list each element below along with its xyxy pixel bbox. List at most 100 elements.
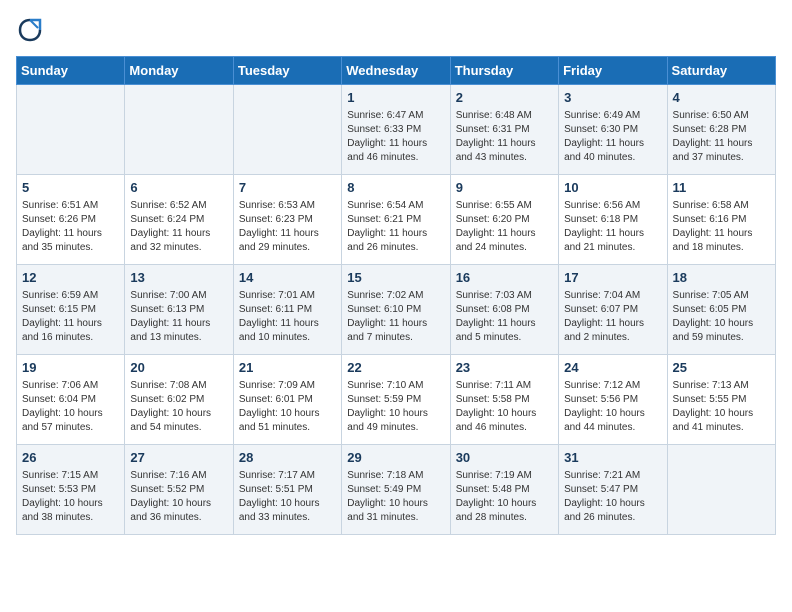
- day-number: 16: [456, 269, 553, 287]
- header-row: SundayMondayTuesdayWednesdayThursdayFrid…: [17, 57, 776, 85]
- day-content: Sunrise: 6:47 AM Sunset: 6:33 PM Dayligh…: [347, 109, 444, 165]
- day-content: Sunrise: 6:58 AM Sunset: 6:16 PM Dayligh…: [673, 199, 770, 255]
- calendar-cell: [233, 85, 341, 175]
- day-content: Sunrise: 6:49 AM Sunset: 6:30 PM Dayligh…: [564, 109, 661, 165]
- day-content: Sunrise: 7:12 AM Sunset: 5:56 PM Dayligh…: [564, 379, 661, 435]
- day-number: 19: [22, 359, 119, 377]
- page-header: [16, 16, 776, 44]
- day-content: Sunrise: 7:09 AM Sunset: 6:01 PM Dayligh…: [239, 379, 336, 435]
- day-content: Sunrise: 7:00 AM Sunset: 6:13 PM Dayligh…: [130, 289, 227, 345]
- calendar-cell: 26Sunrise: 7:15 AM Sunset: 5:53 PM Dayli…: [17, 445, 125, 535]
- day-content: Sunrise: 6:50 AM Sunset: 6:28 PM Dayligh…: [673, 109, 770, 165]
- day-number: 22: [347, 359, 444, 377]
- day-number: 31: [564, 449, 661, 467]
- day-content: Sunrise: 6:52 AM Sunset: 6:24 PM Dayligh…: [130, 199, 227, 255]
- day-content: Sunrise: 6:55 AM Sunset: 6:20 PM Dayligh…: [456, 199, 553, 255]
- day-content: Sunrise: 7:02 AM Sunset: 6:10 PM Dayligh…: [347, 289, 444, 345]
- day-content: Sunrise: 7:15 AM Sunset: 5:53 PM Dayligh…: [22, 469, 119, 525]
- day-number: 12: [22, 269, 119, 287]
- header-cell-thursday: Thursday: [450, 57, 558, 85]
- day-content: Sunrise: 7:11 AM Sunset: 5:58 PM Dayligh…: [456, 379, 553, 435]
- calendar-cell: 15 Sunrise: 7:02 AM Sunset: 6:10 PM Dayli…: [342, 265, 450, 355]
- calendar-cell: 2 Sunrise: 6:48 AM Sunset: 6:31 PM Daylig…: [450, 85, 558, 175]
- day-content: Sunrise: 7:05 AM Sunset: 6:05 PM Dayligh…: [673, 289, 770, 345]
- day-content: Sunrise: 7:19 AM Sunset: 5:48 PM Dayligh…: [456, 469, 553, 525]
- day-number: 23: [456, 359, 553, 377]
- day-number: 25: [673, 359, 770, 377]
- calendar-cell: [125, 85, 233, 175]
- day-number: 29: [347, 449, 444, 467]
- calendar-cell: 23 Sunrise: 7:11 AM Sunset: 5:58 PM Dayli…: [450, 355, 558, 445]
- calendar-cell: 8 Sunrise: 6:54 AM Sunset: 6:21 PM Daylig…: [342, 175, 450, 265]
- day-number: 28: [239, 449, 336, 467]
- day-content: Sunrise: 6:48 AM Sunset: 6:31 PM Dayligh…: [456, 109, 553, 165]
- calendar-cell: [667, 445, 775, 535]
- calendar-cell: 21 Sunrise: 7:09 AM Sunset: 6:01 PM Dayli…: [233, 355, 341, 445]
- calendar-cell: 17Sunrise: 7:04 AM Sunset: 6:07 PM Dayli…: [559, 265, 667, 355]
- calendar-cell: 4 Sunrise: 6:50 AM Sunset: 6:28 PM Daylig…: [667, 85, 775, 175]
- header-cell-wednesday: Wednesday: [342, 57, 450, 85]
- day-number: 24: [564, 359, 661, 377]
- calendar-cell: 29 Sunrise: 7:18 AM Sunset: 5:49 PM Dayli…: [342, 445, 450, 535]
- header-cell-friday: Friday: [559, 57, 667, 85]
- calendar-cell: 12 Sunrise: 6:59 AM Sunset: 6:15 PM Dayli…: [17, 265, 125, 355]
- day-content: Sunrise: 6:51 AM Sunset: 6:26 PM Dayligh…: [22, 199, 119, 255]
- logo: [16, 16, 48, 44]
- day-content: Sunrise: 7:21 AM Sunset: 5:47 PM Dayligh…: [564, 469, 661, 525]
- day-number: 7: [239, 179, 336, 197]
- day-content: Sunrise: 6:59 AM Sunset: 6:15 PM Dayligh…: [22, 289, 119, 345]
- day-number: 18: [673, 269, 770, 287]
- calendar-cell: 11 Sunrise: 6:58 AM Sunset: 6:16 PM Dayli…: [667, 175, 775, 265]
- calendar-cell: 28 Sunrise: 7:17 AM Sunset: 5:51 PM Dayli…: [233, 445, 341, 535]
- calendar-cell: 7 Sunrise: 6:53 AM Sunset: 6:23 PM Daylig…: [233, 175, 341, 265]
- day-number: 27: [130, 449, 227, 467]
- calendar-cell: 9 Sunrise: 6:55 AM Sunset: 6:20 PM Daylig…: [450, 175, 558, 265]
- calendar-cell: 20 Sunrise: 7:08 AM Sunset: 6:02 PM Dayli…: [125, 355, 233, 445]
- calendar-cell: 24 Sunrise: 7:12 AM Sunset: 5:56 PM Dayli…: [559, 355, 667, 445]
- week-row-3: 12 Sunrise: 6:59 AM Sunset: 6:15 PM Dayli…: [17, 265, 776, 355]
- logo-icon: [16, 16, 44, 44]
- day-content: Sunrise: 7:03 AM Sunset: 6:08 PM Dayligh…: [456, 289, 553, 345]
- day-number: 4: [673, 89, 770, 107]
- day-number: 9: [456, 179, 553, 197]
- week-row-1: 1 Sunrise: 6:47 AM Sunset: 6:33 PM Daylig…: [17, 85, 776, 175]
- calendar-cell: 5Sunrise: 6:51 AM Sunset: 6:26 PM Daylig…: [17, 175, 125, 265]
- calendar-cell: 22Sunrise: 7:10 AM Sunset: 5:59 PM Dayli…: [342, 355, 450, 445]
- day-content: Sunrise: 7:13 AM Sunset: 5:55 PM Dayligh…: [673, 379, 770, 435]
- day-content: Sunrise: 6:56 AM Sunset: 6:18 PM Dayligh…: [564, 199, 661, 255]
- day-number: 3: [564, 89, 661, 107]
- day-number: 30: [456, 449, 553, 467]
- day-content: Sunrise: 7:18 AM Sunset: 5:49 PM Dayligh…: [347, 469, 444, 525]
- calendar-table: SundayMondayTuesdayWednesdayThursdayFrid…: [16, 56, 776, 535]
- calendar-cell: 3 Sunrise: 6:49 AM Sunset: 6:30 PM Daylig…: [559, 85, 667, 175]
- day-content: Sunrise: 6:53 AM Sunset: 6:23 PM Dayligh…: [239, 199, 336, 255]
- calendar-cell: 16 Sunrise: 7:03 AM Sunset: 6:08 PM Dayli…: [450, 265, 558, 355]
- day-number: 8: [347, 179, 444, 197]
- day-number: 13: [130, 269, 227, 287]
- day-number: 14: [239, 269, 336, 287]
- day-number: 15: [347, 269, 444, 287]
- header-cell-sunday: Sunday: [17, 57, 125, 85]
- calendar-cell: 18 Sunrise: 7:05 AM Sunset: 6:05 PM Dayli…: [667, 265, 775, 355]
- calendar-cell: 25 Sunrise: 7:13 AM Sunset: 5:55 PM Dayli…: [667, 355, 775, 445]
- calendar-cell: 19 Sunrise: 7:06 AM Sunset: 6:04 PM Dayli…: [17, 355, 125, 445]
- day-content: Sunrise: 7:04 AM Sunset: 6:07 PM Dayligh…: [564, 289, 661, 345]
- day-content: Sunrise: 7:08 AM Sunset: 6:02 PM Dayligh…: [130, 379, 227, 435]
- calendar-cell: [17, 85, 125, 175]
- day-number: 6: [130, 179, 227, 197]
- day-number: 20: [130, 359, 227, 377]
- day-content: Sunrise: 7:06 AM Sunset: 6:04 PM Dayligh…: [22, 379, 119, 435]
- calendar-cell: 30 Sunrise: 7:19 AM Sunset: 5:48 PM Dayli…: [450, 445, 558, 535]
- day-content: Sunrise: 7:16 AM Sunset: 5:52 PM Dayligh…: [130, 469, 227, 525]
- calendar-header: SundayMondayTuesdayWednesdayThursdayFrid…: [17, 57, 776, 85]
- day-content: Sunrise: 6:54 AM Sunset: 6:21 PM Dayligh…: [347, 199, 444, 255]
- week-row-5: 26Sunrise: 7:15 AM Sunset: 5:53 PM Dayli…: [17, 445, 776, 535]
- day-content: Sunrise: 7:17 AM Sunset: 5:51 PM Dayligh…: [239, 469, 336, 525]
- day-number: 1: [347, 89, 444, 107]
- day-number: 10: [564, 179, 661, 197]
- day-number: 21: [239, 359, 336, 377]
- day-content: Sunrise: 7:01 AM Sunset: 6:11 PM Dayligh…: [239, 289, 336, 345]
- day-number: 2: [456, 89, 553, 107]
- calendar-cell: 6 Sunrise: 6:52 AM Sunset: 6:24 PM Daylig…: [125, 175, 233, 265]
- day-number: 11: [673, 179, 770, 197]
